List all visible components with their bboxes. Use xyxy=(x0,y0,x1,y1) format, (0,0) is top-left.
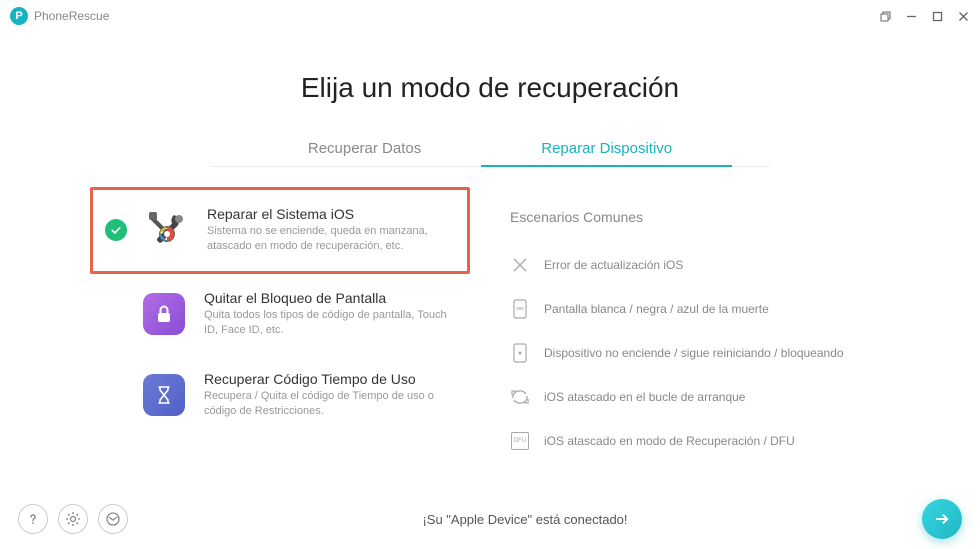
app-name: PhoneRescue xyxy=(34,9,109,23)
close-window-icon[interactable] xyxy=(956,9,970,23)
check-icon xyxy=(105,219,127,241)
help-button[interactable] xyxy=(18,504,48,534)
option-desc: Quita todos los tipos de código de panta… xyxy=(204,308,458,339)
phone-screen-icon xyxy=(510,299,530,319)
scenario-item: Error de actualización iOS xyxy=(510,243,890,287)
titlebar-left: P PhoneRescue xyxy=(10,7,109,25)
feedback-button[interactable] xyxy=(98,504,128,534)
hourglass-icon xyxy=(140,371,188,419)
tab-recover-data[interactable]: Recuperar Datos xyxy=(248,132,481,167)
option-remove-lock[interactable]: Quitar el Bloqueo de Pantalla Quita todo… xyxy=(128,274,470,355)
scenario-item: Pantalla blanca / negra / azul de la mue… xyxy=(510,287,890,331)
boot-loop-icon xyxy=(510,387,530,407)
main-content: Elija un modo de recuperación Recuperar … xyxy=(0,32,980,463)
settings-button[interactable] xyxy=(58,504,88,534)
scenario-item: Dispositivo no enciende / sigue reinicia… xyxy=(510,331,890,375)
scenario-label: Pantalla blanca / negra / azul de la mue… xyxy=(544,302,769,316)
option-remove-lock-text: Quitar el Bloqueo de Pantalla Quita todo… xyxy=(204,290,458,339)
scenario-label: iOS atascado en modo de Recuperación / D… xyxy=(544,434,795,448)
options-column: Reparar el Sistema iOS Sistema no se enc… xyxy=(90,187,470,463)
connection-status: ¡Su "Apple Device" está conectado! xyxy=(128,512,922,527)
scenario-label: Dispositivo no enciende / sigue reinicia… xyxy=(544,346,844,360)
option-title: Recuperar Código Tiempo de Uso xyxy=(204,371,458,387)
cross-icon xyxy=(510,255,530,275)
next-button[interactable] xyxy=(922,499,962,539)
footer-buttons xyxy=(18,504,128,534)
mode-tabs: Recuperar Datos Reparar Dispositivo xyxy=(210,132,770,167)
content-columns: Reparar el Sistema iOS Sistema no se enc… xyxy=(60,187,920,463)
window-controls xyxy=(878,9,970,23)
option-screen-time[interactable]: Recuperar Código Tiempo de Uso Recupera … xyxy=(128,355,470,436)
phone-off-icon xyxy=(510,343,530,363)
scenario-label: Error de actualización iOS xyxy=(544,258,683,272)
option-repair-ios-text: Reparar el Sistema iOS Sistema no se enc… xyxy=(207,206,455,255)
option-title: Quitar el Bloqueo de Pantalla xyxy=(204,290,458,306)
option-screen-time-text: Recuperar Código Tiempo de Uso Recupera … xyxy=(204,371,458,420)
titlebar: P PhoneRescue xyxy=(0,0,980,32)
option-repair-ios[interactable]: Reparar el Sistema iOS Sistema no se enc… xyxy=(90,187,470,274)
maximize-window-icon[interactable] xyxy=(930,9,944,23)
restore-window-icon[interactable] xyxy=(878,9,892,23)
scenarios-title: Escenarios Comunes xyxy=(510,209,890,225)
app-logo-icon: P xyxy=(10,7,28,25)
scenario-label: iOS atascado en el bucle de arranque xyxy=(544,390,745,404)
scenarios-column: Escenarios Comunes Error de actualizació… xyxy=(510,187,890,463)
minimize-window-icon[interactable] xyxy=(904,9,918,23)
dfu-icon: DFU xyxy=(510,431,530,451)
option-desc: Sistema no se enciende, queda en manzana… xyxy=(207,224,455,255)
scenario-item: DFU iOS atascado en modo de Recuperación… xyxy=(510,419,890,463)
footer: ¡Su "Apple Device" está conectado! xyxy=(0,499,980,539)
lock-icon xyxy=(140,290,188,338)
page-title: Elija un modo de recuperación xyxy=(60,72,920,104)
scenario-item: iOS atascado en el bucle de arranque xyxy=(510,375,890,419)
tools-icon xyxy=(143,206,191,254)
option-desc: Recupera / Quita el código de Tiempo de … xyxy=(204,389,458,420)
option-title: Reparar el Sistema iOS xyxy=(207,206,455,222)
tab-repair-device[interactable]: Reparar Dispositivo xyxy=(481,132,732,167)
